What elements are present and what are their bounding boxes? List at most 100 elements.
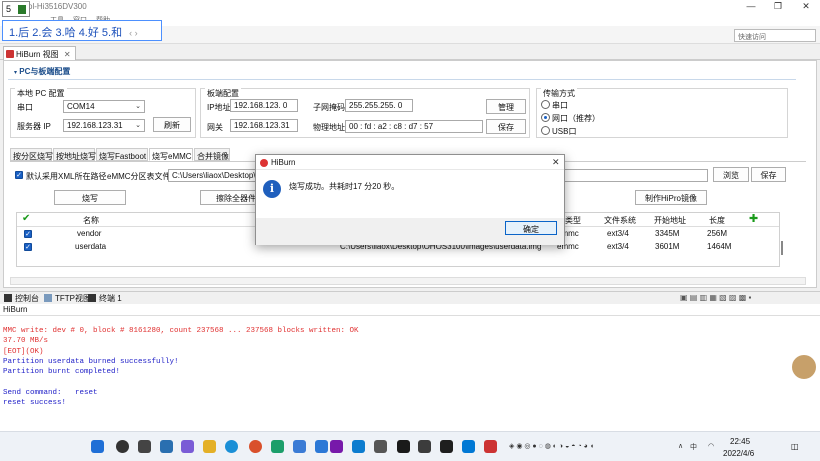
dialog-close-button[interactable]: ✕ xyxy=(552,157,560,168)
board-save-button[interactable]: 保存 xyxy=(486,119,526,134)
dialog-footer: 确定 xyxy=(256,218,564,245)
select-all-check-icon[interactable]: ✔ xyxy=(22,213,30,224)
ime-skin-icon[interactable] xyxy=(18,5,26,14)
port-select[interactable]: COM14 ⌄ xyxy=(63,100,145,113)
terminal-app-icon[interactable] xyxy=(397,440,410,453)
tab-console[interactable]: 控制台 xyxy=(15,293,39,304)
manage-button[interactable]: 管理 xyxy=(486,99,526,114)
section-header[interactable]: ▾ PC与板端配置 xyxy=(8,66,796,80)
quick-access-input[interactable]: 快速访问 xyxy=(734,29,816,42)
tab-hiburn-view[interactable]: HiBurn 视图 ✕ xyxy=(3,46,76,60)
row-fs: ext3/4 xyxy=(607,242,629,251)
store-icon[interactable] xyxy=(293,440,306,453)
tab-terminal-1[interactable]: 终端 1 xyxy=(99,293,122,304)
tftp-icon xyxy=(44,294,52,302)
tray-icons[interactable]: ◈ ◉ ◎ ● ◌ ◍ ◐ ◑ ◒ ◓ ◔ ◕ ◖ xyxy=(509,442,594,450)
ip-field[interactable]: 192.168.123. 0 xyxy=(230,99,298,112)
file-explorer-icon[interactable] xyxy=(203,440,216,453)
task-view-icon[interactable] xyxy=(138,440,151,453)
app-icon[interactable] xyxy=(271,440,284,453)
radio-serial[interactable] xyxy=(541,100,550,109)
radio-usb[interactable] xyxy=(541,126,550,135)
emmc-save-button[interactable]: 保存 xyxy=(751,167,786,182)
row-name: userdata xyxy=(75,242,107,251)
clock-date[interactable]: 2022/4/6 xyxy=(723,449,754,458)
server-ip-select[interactable]: 192.168.123.31 ⌄ xyxy=(63,119,145,132)
add-row-icon[interactable]: ✚ xyxy=(749,212,758,225)
radio-serial-label[interactable]: 串口 xyxy=(552,100,568,111)
app2-icon[interactable] xyxy=(374,440,387,453)
teams-icon[interactable] xyxy=(352,440,365,453)
col-name: 名称 xyxy=(83,216,99,225)
tab-burn-by-address[interactable]: 按地址烧写 xyxy=(53,148,96,161)
refresh-button[interactable]: 刷新 xyxy=(153,117,191,132)
col-start: 开始地址 xyxy=(654,216,686,225)
mail-icon[interactable] xyxy=(315,440,328,453)
notification-icon[interactable]: ◫ xyxy=(791,442,799,451)
row-checkbox[interactable]: ✓ xyxy=(24,230,32,238)
ok-button[interactable]: 确定 xyxy=(505,221,557,235)
browse-button[interactable]: 浏览 xyxy=(713,167,749,182)
console-header: HiBurn xyxy=(0,304,820,316)
col-type: 类型 xyxy=(565,216,581,225)
tray-overflow-icon[interactable]: ∧ xyxy=(678,442,683,450)
section-title: PC与板端配置 xyxy=(19,67,71,76)
horizontal-scrollbar[interactable] xyxy=(10,277,806,285)
tab-burn-fastboot[interactable]: 烧写Fastboot xyxy=(96,148,148,161)
hiburn-task-icon[interactable] xyxy=(484,440,497,453)
mac-field[interactable]: 00 : fd : a2 : c8 : d7 : 57 xyxy=(345,120,483,133)
use-default-path-label[interactable]: 默认采用XML所在路径 xyxy=(26,171,106,182)
close-icon[interactable]: ✕ xyxy=(64,50,71,59)
console-toolbar-icons[interactable]: ▣ ▤ ▥ ▦ ▧ ▨ ▩ ▪ xyxy=(680,293,751,302)
use-default-path-checkbox[interactable]: ✓ xyxy=(15,171,23,179)
console-line: [EOT](OK) xyxy=(3,347,44,356)
row-checkbox[interactable]: ✓ xyxy=(24,243,32,251)
tab-burn-by-partition[interactable]: 按分区烧写 xyxy=(10,148,53,161)
cmd-icon[interactable] xyxy=(440,440,453,453)
tab-tftp-view[interactable]: TFTP视图 xyxy=(55,293,91,304)
row-length: 1464M xyxy=(707,242,732,251)
edge-icon[interactable] xyxy=(225,440,238,453)
browser-icon[interactable] xyxy=(249,440,262,453)
gateway-field[interactable]: 192.168.123.31 xyxy=(230,119,298,132)
app3-icon[interactable] xyxy=(418,440,431,453)
start-icon[interactable] xyxy=(91,440,104,453)
widgets-icon[interactable] xyxy=(160,440,173,453)
minimize-button[interactable]: — xyxy=(745,1,757,13)
burn-button[interactable]: 烧写 xyxy=(54,190,126,205)
terminal-icon xyxy=(88,294,96,302)
collapse-icon[interactable]: ▾ xyxy=(14,70,17,76)
mask-label: 子网掩码 xyxy=(313,103,345,112)
gateway-label: 网关 xyxy=(207,123,223,132)
close-button[interactable]: ✕ xyxy=(800,1,812,13)
tab-burn-emmc[interactable]: 烧写eMMC xyxy=(149,148,193,161)
chat-icon[interactable] xyxy=(181,440,194,453)
view-tab-bar: HiBurn 视图 ✕ xyxy=(0,45,820,60)
server-ip-value: 192.168.123.31 xyxy=(67,121,123,130)
ime-page-arrows-icon[interactable]: ‹ › xyxy=(129,28,138,38)
table-scrollbar[interactable] xyxy=(781,241,783,255)
language-indicator[interactable]: 中 xyxy=(690,442,697,452)
clock-time[interactable]: 22:45 xyxy=(730,437,750,446)
maximize-button[interactable]: ❐ xyxy=(772,1,784,13)
table-file-label: eMMC分区表文件 xyxy=(107,172,171,181)
network-icon[interactable]: ◠ xyxy=(708,442,714,450)
search-icon[interactable] xyxy=(116,440,129,453)
row-length: 256M xyxy=(707,229,728,238)
console-output[interactable]: MMC write: dev # 0, block # 8161280, cou… xyxy=(0,316,820,431)
row-fs: ext3/4 xyxy=(607,229,629,238)
radio-usb-label[interactable]: USB口 xyxy=(552,126,576,137)
onenote-icon[interactable] xyxy=(330,440,343,453)
radio-network-label[interactable]: 网口（推荐） xyxy=(552,113,600,124)
security-icon[interactable] xyxy=(462,440,475,453)
ime-mode-icon[interactable]: 5 xyxy=(6,4,11,14)
mask-field[interactable]: 255.255.255. 0 xyxy=(345,99,413,112)
radio-network[interactable] xyxy=(541,113,550,122)
console-line: Partition burnt completed! xyxy=(3,368,121,377)
avatar[interactable] xyxy=(790,353,818,381)
make-hipro-button[interactable]: 制作HiPro镜像 xyxy=(635,190,707,205)
ime-candidate-list[interactable]: 1.后 2.会 3.哈 4.好 5.和 ‹ › xyxy=(2,20,162,41)
tab-merge-image[interactable]: 合并镜像 xyxy=(194,148,230,161)
ime-candidates[interactable]: 1.后 2.会 3.哈 4.好 5.和 xyxy=(9,27,122,39)
port-value: COM14 xyxy=(67,102,95,111)
